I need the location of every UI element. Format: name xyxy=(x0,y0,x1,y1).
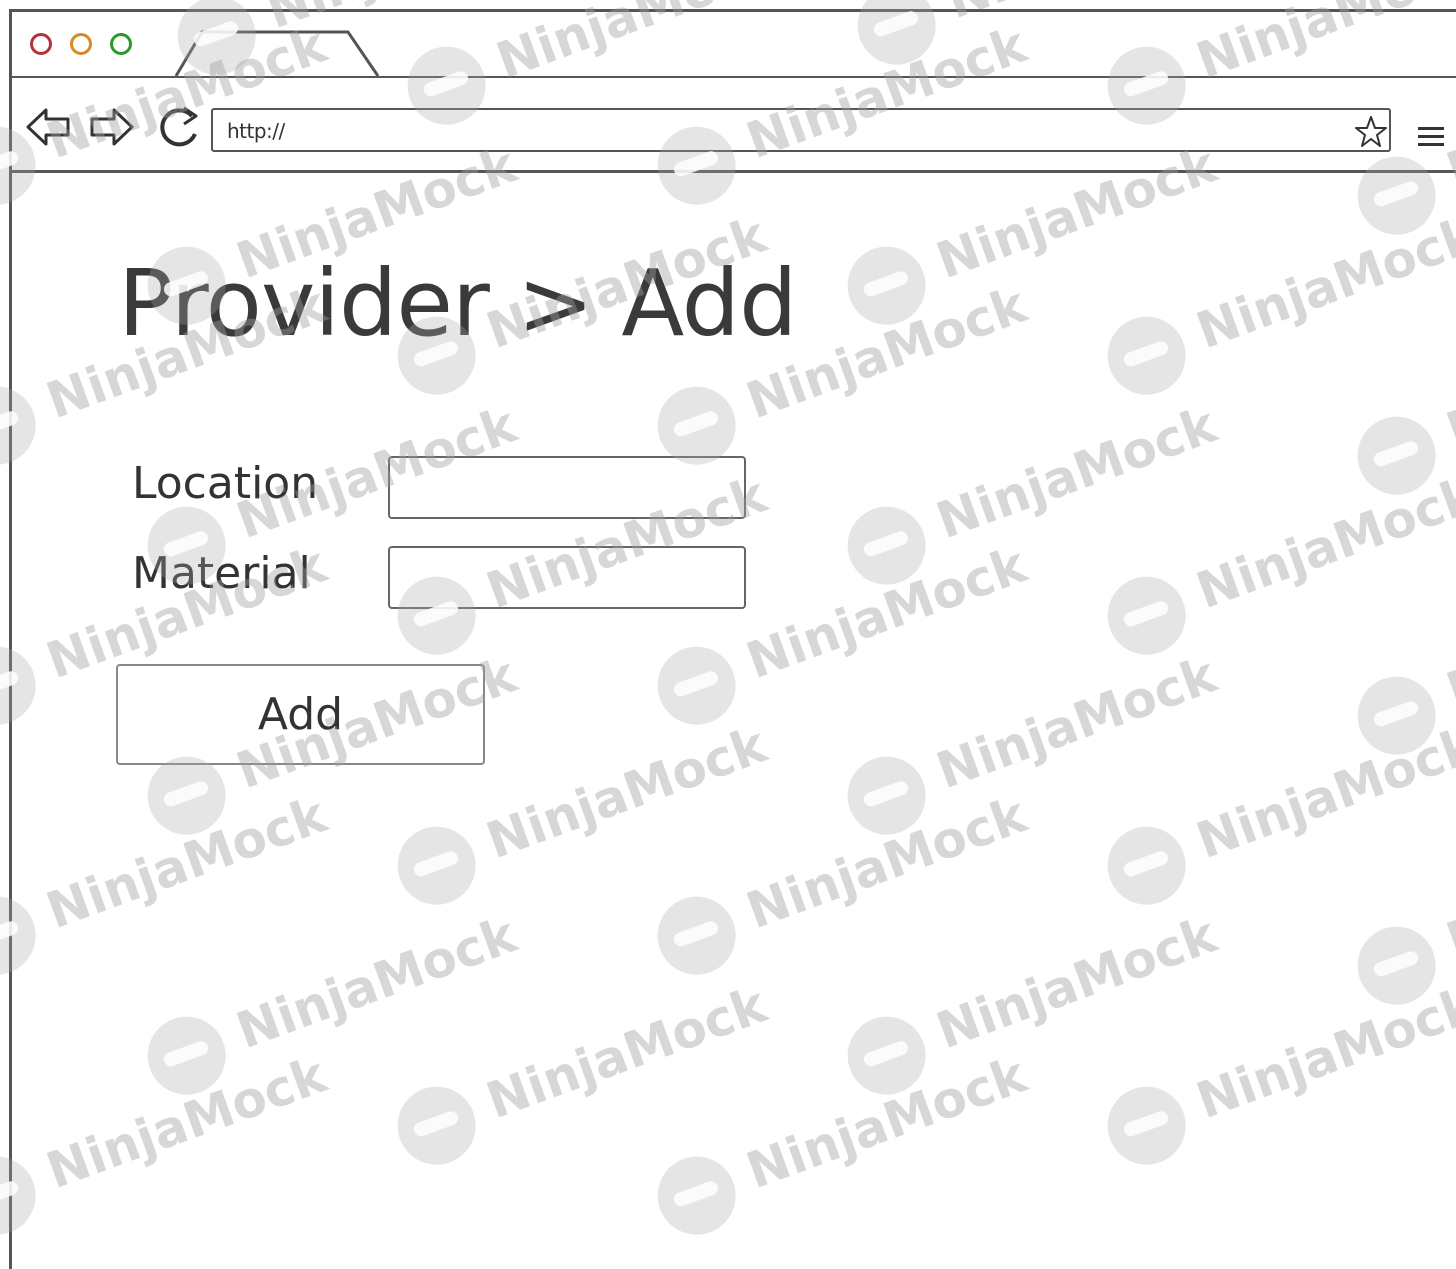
back-arrow-icon[interactable] xyxy=(26,106,72,148)
star-icon[interactable] xyxy=(1353,114,1389,150)
material-label: Material xyxy=(132,548,311,599)
close-window-button[interactable] xyxy=(30,33,52,55)
maximize-window-button[interactable] xyxy=(110,33,132,55)
add-button[interactable]: Add xyxy=(116,664,485,765)
page-title: Provider > Add xyxy=(118,250,797,357)
address-bar[interactable]: http:// xyxy=(211,108,1391,152)
location-input[interactable] xyxy=(388,456,746,519)
minimize-window-button[interactable] xyxy=(70,33,92,55)
location-label: Location xyxy=(132,458,319,509)
hamburger-menu-icon[interactable] xyxy=(1416,124,1446,150)
browser-toolbar: http:// xyxy=(12,78,1456,173)
reload-icon[interactable] xyxy=(154,104,202,150)
browser-tab[interactable] xyxy=(172,30,382,78)
browser-window: http:// xyxy=(9,9,1456,1269)
forward-arrow-icon[interactable] xyxy=(88,106,134,148)
material-input[interactable] xyxy=(388,546,746,609)
title-bar xyxy=(12,12,1456,78)
address-bar-url: http:// xyxy=(227,119,285,143)
